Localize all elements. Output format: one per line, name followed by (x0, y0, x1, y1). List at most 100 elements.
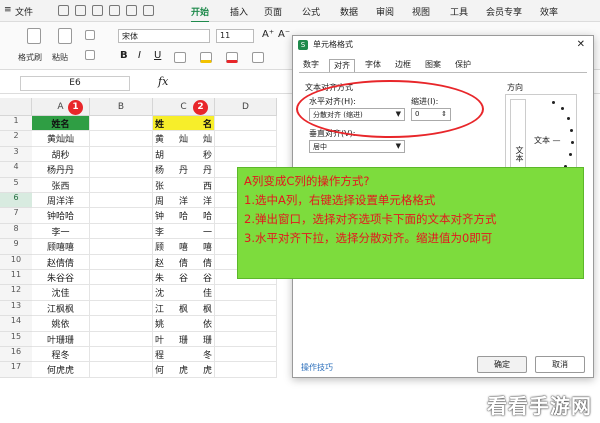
paste-icon[interactable] (58, 28, 72, 44)
cell-a[interactable]: 叶珊珊 (32, 331, 90, 347)
shrink-font-icon[interactable]: A⁻ (278, 29, 290, 40)
tab-review[interactable]: 审阅 (376, 5, 394, 18)
grow-font-icon[interactable]: A⁺ (262, 29, 274, 40)
column-header-d[interactable]: D (215, 98, 277, 116)
cell-a[interactable]: 周洋洋 (32, 193, 90, 209)
undo-icon[interactable] (126, 5, 137, 16)
underline-button[interactable]: U (154, 50, 161, 61)
row-header[interactable]: 1 (0, 116, 32, 132)
copy-icon[interactable] (85, 50, 95, 60)
cell-d[interactable] (215, 116, 277, 132)
bold-button[interactable]: B (120, 50, 128, 61)
cell-a[interactable]: 沈佳 (32, 285, 90, 301)
row-header[interactable]: 14 (0, 316, 32, 332)
cell-b[interactable] (90, 239, 153, 255)
cell-c[interactable]: 姚依 (153, 316, 215, 332)
fill-color-icon[interactable] (200, 52, 212, 63)
cell-c[interactable]: 李一 (153, 223, 215, 240)
cell-d[interactable] (215, 131, 277, 147)
cell-b[interactable] (90, 177, 153, 193)
cell-c[interactable]: 顾嘻嘻 (153, 239, 215, 255)
cell-a[interactable]: 胡秒 (32, 146, 90, 163)
cell-b[interactable] (90, 162, 153, 178)
column-header-b[interactable]: B (90, 98, 153, 116)
fx-icon[interactable]: fx (158, 75, 168, 88)
row-header[interactable]: 6 (0, 193, 32, 209)
cell-d[interactable] (215, 300, 277, 317)
cell-b[interactable] (90, 254, 153, 270)
cell-b[interactable] (90, 285, 153, 301)
cell-c[interactable]: 叶珊珊 (153, 331, 215, 347)
tab-number[interactable]: 数字 (299, 59, 323, 72)
tab-tools[interactable]: 工具 (450, 5, 468, 18)
save-icon[interactable] (58, 5, 69, 16)
cell-d[interactable] (215, 331, 277, 347)
cell-b[interactable] (90, 362, 153, 378)
vertical-align-select[interactable]: 居中 ▼ (309, 140, 405, 153)
tips-link[interactable]: 操作技巧 (301, 362, 333, 373)
cell-b[interactable] (90, 347, 153, 363)
row-header[interactable]: 13 (0, 300, 32, 317)
cell-b[interactable] (90, 331, 153, 347)
cell-b[interactable] (90, 116, 153, 132)
row-header[interactable]: 12 (0, 285, 32, 301)
print-icon[interactable] (92, 5, 103, 16)
cell-d[interactable] (215, 316, 277, 332)
cell-a[interactable]: 黄灿灿 (32, 131, 90, 147)
tab-data[interactable]: 数据 (340, 5, 358, 18)
row-header[interactable]: 7 (0, 208, 32, 224)
cell-a[interactable]: 杨丹丹 (32, 162, 90, 178)
row-header[interactable]: 10 (0, 254, 32, 270)
cell-c[interactable]: 朱谷谷 (153, 270, 215, 286)
row-header[interactable]: 8 (0, 223, 32, 240)
italic-button[interactable]: I (138, 50, 141, 61)
name-box[interactable]: E6 (20, 76, 130, 91)
cell-d[interactable] (215, 347, 277, 363)
row-header[interactable]: 4 (0, 162, 32, 178)
cell-a[interactable]: 顾嘻嘻 (32, 239, 90, 255)
cell-c[interactable]: 何虎虎 (153, 362, 215, 378)
cell-b[interactable] (90, 193, 153, 209)
row-header[interactable]: 3 (0, 146, 32, 163)
tab-formula[interactable]: 公式 (302, 5, 320, 18)
cell-a[interactable]: 程冬 (32, 347, 90, 363)
cell-a[interactable]: 朱谷谷 (32, 270, 90, 286)
cell-a[interactable]: 钟哈哈 (32, 208, 90, 224)
preview-icon[interactable] (109, 5, 120, 16)
paste-label[interactable]: 粘贴 (52, 52, 68, 63)
tab-insert[interactable]: 插入 (230, 5, 248, 18)
close-icon[interactable]: ✕ (577, 36, 585, 54)
tab-start[interactable]: 开始 (191, 5, 210, 23)
cell-c[interactable]: 钟哈哈 (153, 208, 215, 224)
font-name-select[interactable]: 宋体 (118, 29, 210, 43)
cell-b[interactable] (90, 300, 153, 317)
cell-a[interactable]: 赵倩倩 (32, 254, 90, 270)
export-icon[interactable] (75, 5, 86, 16)
cell-c[interactable]: 张西 (153, 177, 215, 193)
row-header[interactable]: 2 (0, 131, 32, 147)
row-header[interactable]: 17 (0, 362, 32, 378)
cut-icon[interactable] (85, 30, 95, 40)
cell-b[interactable] (90, 270, 153, 286)
cell-a[interactable]: 江枫枫 (32, 300, 90, 317)
cell-a[interactable]: 何虎虎 (32, 362, 90, 378)
tab-member[interactable]: 会员专享 (486, 5, 522, 18)
cell-c[interactable]: 赵倩倩 (153, 254, 215, 270)
cell-c[interactable]: 周洋洋 (153, 193, 215, 209)
font-color-icon[interactable] (226, 52, 238, 63)
ok-button[interactable]: 确定 (477, 356, 527, 373)
file-menu[interactable]: 文件 (15, 5, 33, 18)
tab-pattern[interactable]: 图案 (421, 59, 445, 72)
font-size-select[interactable]: 11 (216, 29, 254, 43)
cell-c[interactable]: 江枫枫 (153, 300, 215, 317)
tab-font[interactable]: 字体 (361, 59, 385, 72)
row-header[interactable]: 9 (0, 239, 32, 255)
row-header[interactable]: 5 (0, 177, 32, 193)
cell-d[interactable] (215, 362, 277, 378)
format-painter-label[interactable]: 格式刷 (18, 52, 42, 63)
tab-alignment[interactable]: 对齐 (329, 59, 355, 72)
tab-view[interactable]: 视图 (412, 5, 430, 18)
cell-c[interactable]: 程冬 (153, 347, 215, 363)
cell-b[interactable] (90, 223, 153, 240)
corner-cell[interactable] (0, 98, 32, 116)
